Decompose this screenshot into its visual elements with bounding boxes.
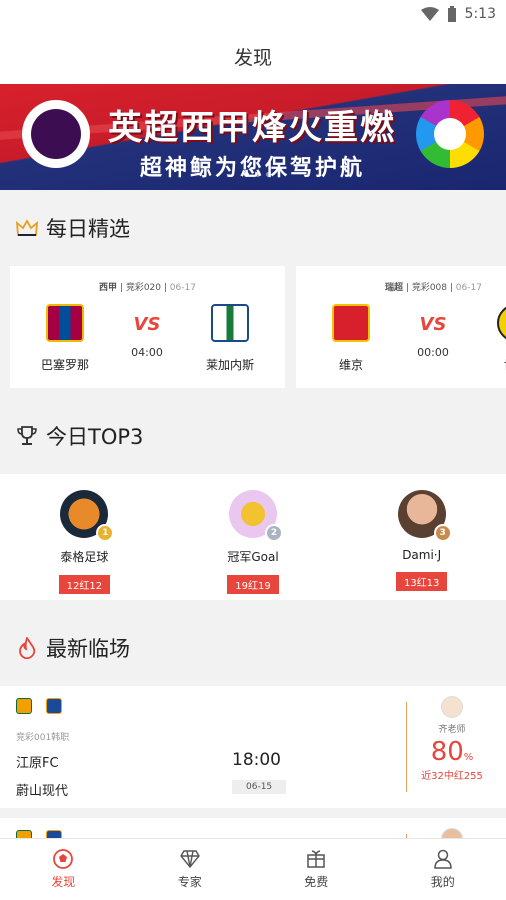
rank-badge: 2: [265, 524, 283, 542]
soccer-ball-icon: [53, 849, 74, 869]
home-team-name: 江原FC: [16, 756, 59, 771]
home-team-name: 维京: [338, 358, 363, 372]
away-team: 博德: [471, 304, 506, 373]
expert-name: 齐老师: [438, 725, 466, 735]
tab-label: 发现: [51, 875, 76, 889]
vs-label: VS: [419, 314, 447, 335]
tab-label: 我的: [430, 875, 455, 889]
kickoff-time: 04:00: [131, 346, 163, 359]
expert-name: Dami·J: [402, 548, 442, 562]
match-code: 竞彩001韩职: [16, 733, 70, 743]
battery-icon: [447, 6, 456, 22]
latest-section-header: 最新临场: [0, 610, 506, 686]
hit-rate: 80%: [430, 737, 474, 767]
match-date: 06-15: [232, 780, 287, 794]
avatar: 1: [60, 490, 115, 542]
laliga-logo: [416, 100, 484, 168]
away-team: 莱加内斯: [185, 304, 275, 373]
match-meta: 西甲 | 竞彩020 | 06-17: [99, 283, 196, 293]
home-team: 维京: [306, 304, 396, 373]
daily-section-header: 每日精选: [0, 190, 506, 266]
daily-match-card[interactable]: 西甲 | 竞彩020 | 06-17 巴塞罗那 VS 04:00 莱加内斯: [10, 266, 285, 388]
status-bar: 5:13: [0, 0, 506, 28]
user-icon: [433, 849, 453, 869]
banner-pager: [244, 172, 271, 177]
top-expert[interactable]: 3 Dami·J 13红13: [337, 474, 506, 600]
expert-name: 冠军Goal: [227, 550, 279, 564]
divider: [406, 702, 407, 792]
match-meta: 瑞超 | 竞彩008 | 06-17: [385, 283, 482, 293]
tab-label: 专家: [177, 875, 202, 889]
rank-badge: 1: [96, 524, 115, 542]
banner-subtitle: 超神鲸为您保驾护航: [140, 156, 366, 181]
tab-free[interactable]: 免费: [253, 839, 380, 900]
top3-section-title: 今日TOP3: [46, 425, 144, 449]
gangwon-crest-icon: [16, 698, 32, 714]
ulsan-crest-icon: [46, 698, 62, 714]
home-team-name: 巴塞罗那: [40, 358, 89, 372]
banner-title: 英超西甲烽火重燃: [108, 108, 396, 148]
premier-league-logo: [22, 100, 90, 168]
tab-discover[interactable]: 发现: [0, 839, 127, 900]
daily-section-title: 每日精选: [46, 217, 130, 241]
away-team-name: 莱加内斯: [205, 358, 254, 372]
kickoff-time: 00:00: [417, 346, 449, 359]
tab-me[interactable]: 我的: [380, 839, 506, 900]
match-expert[interactable]: 齐老师 80% 近32中红255: [414, 696, 490, 782]
barcelona-crest-icon: [46, 304, 84, 342]
top3-section-header: 今日TOP3: [0, 398, 506, 474]
flame-icon: [16, 637, 38, 659]
daily-carousel[interactable]: 西甲 | 竞彩020 | 06-17 巴塞罗那 VS 04:00 莱加内斯 瑞超…: [0, 266, 506, 388]
tab-experts[interactable]: 专家: [127, 839, 254, 900]
vs-label: VS: [133, 314, 161, 335]
rank-badge: 3: [433, 524, 452, 542]
gift-icon: [306, 849, 326, 869]
top-bar: 发现: [0, 28, 506, 84]
home-team: 巴塞罗那: [20, 304, 110, 373]
wifi-icon: [420, 7, 439, 21]
bottom-tab-bar: 发现 专家 免费 我的: [0, 838, 506, 900]
leganes-crest-icon: [211, 304, 249, 342]
avatar: [441, 696, 463, 718]
bodo-crest-icon: [497, 304, 506, 342]
team-badges: [16, 698, 62, 714]
expert-record: 12红12: [58, 575, 111, 594]
status-time: 5:13: [464, 6, 496, 22]
latest-section-title: 最新临场: [46, 637, 130, 661]
expert-record: 13红13: [395, 572, 448, 591]
top-expert[interactable]: 2 冠军Goal 19红19: [169, 474, 338, 600]
diamond-icon: [179, 849, 200, 869]
kickoff-time: 18:00: [232, 750, 281, 770]
daily-match-card[interactable]: 瑞超 | 竞彩008 | 06-17 维京 VS 00:00 博德: [296, 266, 506, 388]
tab-label: 免费: [304, 875, 329, 889]
crown-icon: [16, 217, 38, 239]
away-team-name: 蔚山现代: [16, 784, 69, 799]
expert-record: 19红19: [227, 575, 279, 594]
avatar: 3: [397, 490, 452, 542]
latest-match-card[interactable]: 竞彩001韩职 江原FC 蔚山现代 18:00 06-15 齐老师 80% 近3…: [0, 686, 506, 808]
top-expert[interactable]: 1 泰格足球 12红12: [0, 474, 169, 600]
recent-streak: 近32中红255: [421, 771, 483, 782]
trophy-icon: [16, 425, 38, 447]
viking-crest-icon: [332, 304, 370, 342]
avatar: 2: [229, 490, 283, 542]
promo-banner[interactable]: 英超西甲烽火重燃 超神鲸为您保驾护航: [0, 84, 506, 190]
top3-list: 1 泰格足球 12红12 2 冠军Goal 19红19 3 Dami·J 13红…: [0, 474, 506, 600]
expert-name: 泰格足球: [60, 550, 109, 564]
page-title: 发现: [233, 46, 272, 69]
